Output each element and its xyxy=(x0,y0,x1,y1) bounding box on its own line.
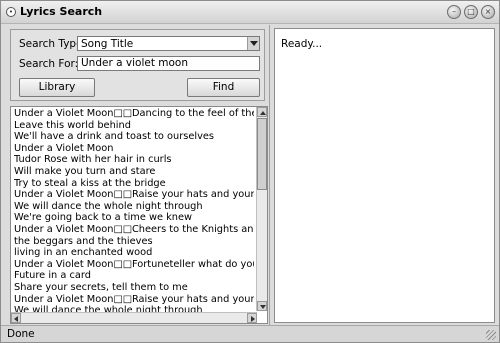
scroll-down-button[interactable] xyxy=(257,301,267,311)
lyric-line[interactable]: We will dance the whole night through xyxy=(14,201,254,213)
minimize-icon[interactable]: – xyxy=(447,5,461,19)
scroll-up-button[interactable] xyxy=(257,107,267,117)
lyrics-search-window: • Lyrics Search – □ × Search Type: Song … xyxy=(0,0,500,343)
lyric-line[interactable]: the beggars and the thieves xyxy=(14,236,254,248)
status-bar: Done xyxy=(1,325,499,342)
result-panel[interactable]: Ready... xyxy=(274,28,495,323)
search-for-label: Search For: xyxy=(19,58,79,70)
title-bar[interactable]: • Lyrics Search – □ × xyxy=(1,1,499,24)
status-text: Done xyxy=(7,328,35,340)
lyric-line[interactable]: Under a Violet Moon□□Raise your hats and… xyxy=(14,294,254,306)
search-input[interactable]: Under a violet moon xyxy=(77,56,260,71)
lyrics-list[interactable]: Under a Violet Moon□□Dancing to the feel… xyxy=(10,106,268,324)
find-button[interactable]: Find xyxy=(187,78,260,97)
resize-grip-icon[interactable] xyxy=(486,330,496,340)
chevron-down-icon[interactable] xyxy=(247,37,259,50)
lyric-line[interactable]: We'll have a drink and toast to ourselve… xyxy=(14,131,254,143)
lyric-line[interactable]: Future in a card xyxy=(14,270,254,282)
lyric-line[interactable]: Tudor Rose with her hair in curls xyxy=(14,154,254,166)
close-icon[interactable]: × xyxy=(481,5,495,19)
maximize-icon[interactable]: □ xyxy=(464,5,478,19)
lyric-line[interactable]: Under a Violet Moon xyxy=(14,143,254,155)
result-status-text: Ready... xyxy=(281,38,323,50)
scroll-left-button[interactable] xyxy=(11,313,21,323)
library-button[interactable]: Library xyxy=(19,78,95,97)
lyric-line[interactable]: Will make you turn and stare xyxy=(14,166,254,178)
lyric-line[interactable]: Leave this world behind xyxy=(14,120,254,132)
lyric-line[interactable]: Share your secrets, tell them to me xyxy=(14,282,254,294)
lyric-line[interactable]: Try to steal a kiss at the bridge xyxy=(14,178,254,190)
lyric-line[interactable]: Under a Violet Moon□□Fortuneteller what … xyxy=(14,259,254,271)
window-title: Lyrics Search xyxy=(20,5,103,18)
lyric-line[interactable]: living in an enchanted wood xyxy=(14,247,254,259)
scroll-thumb[interactable] xyxy=(257,118,267,190)
lyric-line[interactable]: Under a Violet Moon□□Raise your hats and… xyxy=(14,189,254,201)
lyric-line[interactable]: Under a Violet Moon□□Dancing to the feel… xyxy=(14,108,254,120)
lyrics-lines: Under a Violet Moon□□Dancing to the feel… xyxy=(14,108,254,317)
search-type-value: Song Title xyxy=(81,38,134,50)
search-panel: Search Type: Song Title Search For: Unde… xyxy=(10,29,265,101)
search-type-select[interactable]: Song Title xyxy=(77,36,260,51)
horizontal-scrollbar[interactable] xyxy=(11,312,257,323)
left-pane: Search Type: Song Title Search For: Unde… xyxy=(4,25,270,325)
lyric-line[interactable]: Under a Violet Moon□□Cheers to the Knigh… xyxy=(14,224,254,236)
scroll-right-button[interactable] xyxy=(247,313,257,323)
app-icon[interactable]: • xyxy=(6,7,16,17)
lyric-line[interactable]: We're going back to a time we knew xyxy=(14,212,254,224)
vertical-scrollbar[interactable] xyxy=(256,107,267,311)
